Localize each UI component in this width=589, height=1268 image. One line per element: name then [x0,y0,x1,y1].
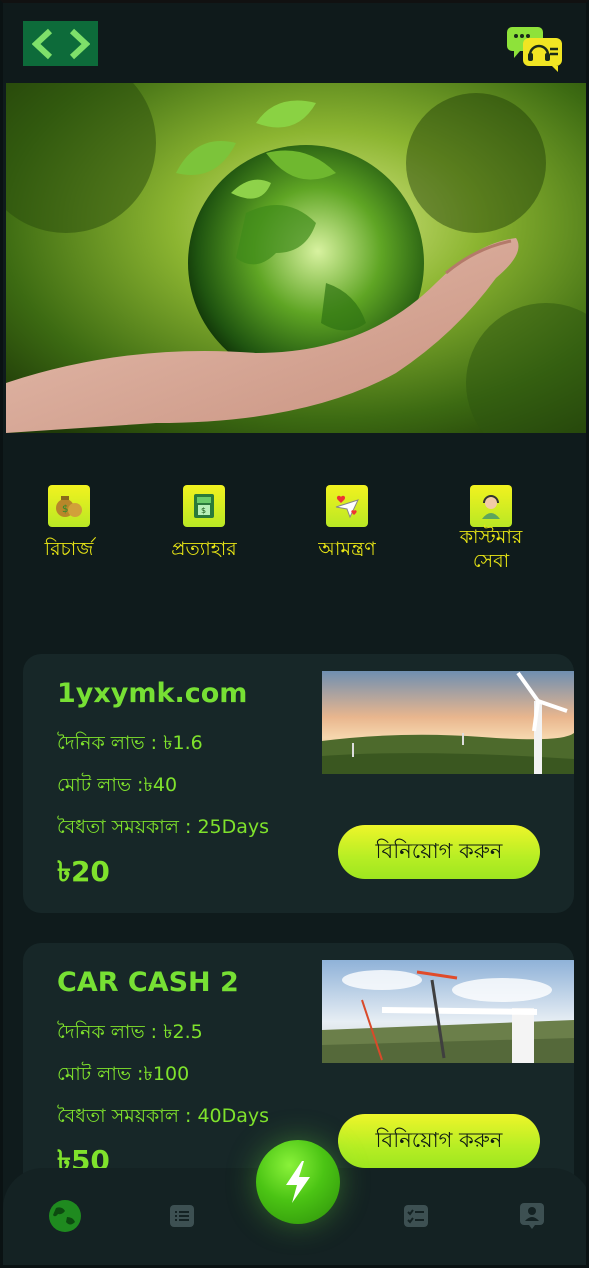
product-name: 1yxymk.com [57,678,248,709]
lightning-icon[interactable] [256,1140,340,1224]
svg-text:$: $ [201,506,206,515]
customer-service-button[interactable]: কাস্টমার সেবা [431,485,551,573]
recharge-button[interactable]: $ রিচার্জ [9,485,129,561]
atm-withdraw-icon: $ [183,485,225,527]
withdraw-label: প্রত্যাহার [171,538,237,560]
list-icon[interactable] [164,1198,200,1234]
invite-button[interactable]: আমন্ত্রণ [287,485,407,561]
invite-envelope-icon [326,485,368,527]
daily-profit: দৈনিক লাভ : ৳2.5 [57,1021,203,1043]
quick-actions: $ রিচার্জ $ প্রত্যাহার আমন্ত্রণ কাস্টমার… [3,485,586,585]
top-header [3,3,586,83]
total-profit: মোট লাভ :৳40 [57,774,178,796]
product-card: 1yxymk.com দৈনিক লাভ : ৳1.6 মোট লাভ :৳40… [23,654,574,913]
withdraw-button[interactable]: $ প্রত্যাহার [144,485,264,561]
total-profit: মোট লাভ :৳100 [57,1063,190,1085]
app-logo-icon[interactable] [23,21,98,66]
recharge-label: রিচার্জ [44,538,94,560]
wind-turbine-image [322,671,574,774]
customer-service-label: কাস্টমার সেবা [459,526,523,572]
globe-icon[interactable] [47,1198,83,1234]
checklist-icon[interactable] [398,1198,434,1234]
customer-service-icon [470,485,512,527]
svg-text:$: $ [62,504,68,515]
product-price: ৳20 [57,855,110,888]
product-name: CAR CASH 2 [57,967,239,998]
invest-button[interactable]: বিনিয়োগ করুন [338,825,540,879]
invite-label: আমন্ত্রণ [318,538,376,560]
app-screen: $ রিচার্জ $ প্রত্যাহার আমন্ত্রণ কাস্টমার… [0,0,589,1268]
wind-turbine-crane-image [322,960,574,1063]
money-bags-icon: $ [48,485,90,527]
profile-icon[interactable] [514,1198,550,1234]
chat-support-icon[interactable] [506,25,564,73]
validity-period: বৈধতা সময়কাল : 25Days [57,816,270,838]
invest-button[interactable]: বিনিয়োগ করুন [338,1114,540,1168]
validity-period: বৈধতা সময়কাল : 40Days [57,1105,270,1127]
hero-banner[interactable] [6,83,586,433]
daily-profit: দৈনিক লাভ : ৳1.6 [57,732,203,754]
